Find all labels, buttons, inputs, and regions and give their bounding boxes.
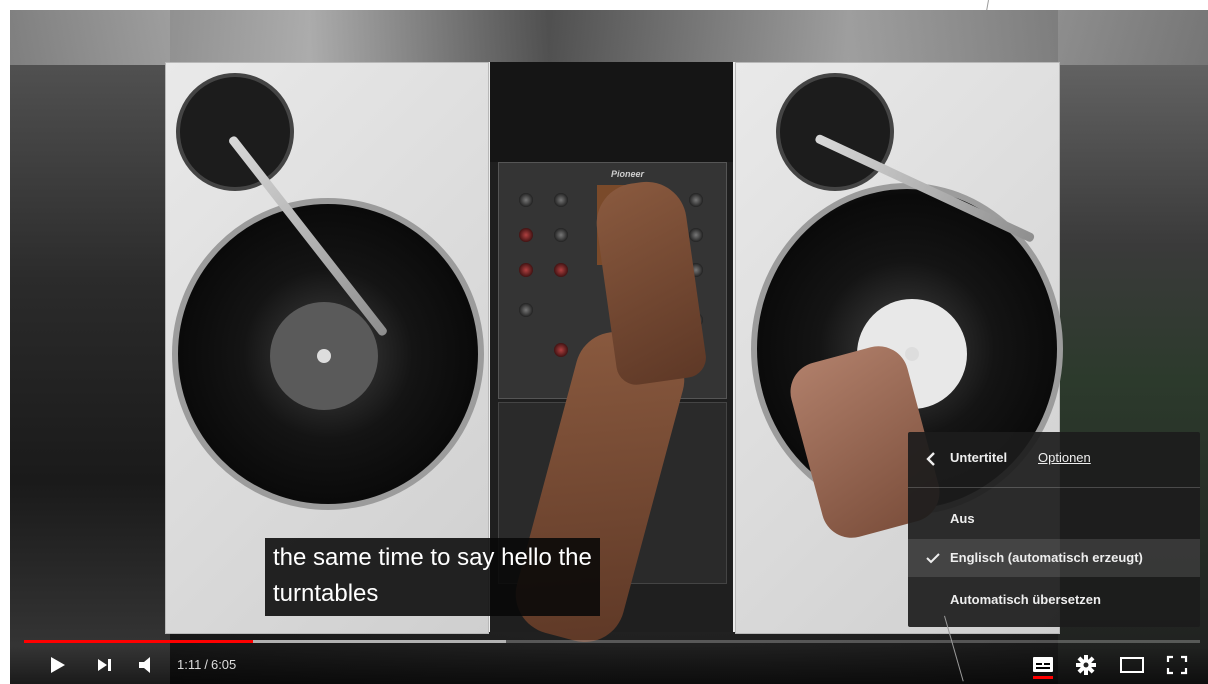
- theater-mode-icon[interactable]: [1117, 652, 1147, 678]
- subtitle-line-1: the same time to say hello the: [273, 544, 592, 571]
- player-controls: 1:11/6:05: [10, 646, 1208, 684]
- turntable-right-counterweight: [776, 73, 894, 191]
- checkmark-icon: [924, 549, 942, 567]
- blurred-background-top: [10, 10, 1208, 65]
- next-icon[interactable]: [90, 652, 120, 678]
- mixer-brand: Pioneer: [611, 169, 645, 179]
- menu-item-english-auto[interactable]: Englisch (automatisch erzeugt): [908, 539, 1200, 577]
- subtitles-settings-menu: Untertitel Optionen Aus Englisch (automa…: [908, 432, 1200, 627]
- subtitle-line-2: turntables: [273, 580, 379, 607]
- gear-icon[interactable]: [1071, 652, 1101, 678]
- current-time: 1:11: [177, 657, 202, 672]
- chevron-left-icon[interactable]: [922, 449, 942, 469]
- turntable-left-counterweight: [176, 73, 294, 191]
- subtitle-caption: the same time to say hello the turntable…: [265, 538, 600, 616]
- menu-item-label: Automatisch übersetzen: [950, 592, 1101, 607]
- play-icon[interactable]: [42, 652, 72, 678]
- subtitles-active-indicator: [1033, 676, 1053, 679]
- duration: 6:05: [210, 657, 237, 672]
- video-player[interactable]: Pioneer the same time to say hello the t…: [10, 10, 1208, 684]
- progress-played: [24, 640, 254, 643]
- menu-item-auto-translate[interactable]: Automatisch übersetzen: [908, 581, 1200, 619]
- record-label-left: [270, 302, 378, 410]
- options-link[interactable]: Optionen: [1038, 450, 1091, 465]
- progress-bar[interactable]: [24, 640, 1200, 643]
- menu-item-off[interactable]: Aus: [908, 500, 1200, 538]
- menu-item-label: Aus: [950, 511, 975, 526]
- turntable-left-platter: [172, 198, 484, 510]
- blurred-background-left: [10, 10, 170, 684]
- menu-title[interactable]: Untertitel: [950, 450, 1007, 465]
- menu-header: Untertitel Optionen: [908, 432, 1200, 488]
- subtitles-icon[interactable]: [1028, 652, 1058, 679]
- time-display: 1:11/6:05: [177, 657, 237, 672]
- menu-item-label: Englisch (automatisch erzeugt): [950, 550, 1143, 565]
- fullscreen-icon[interactable]: [1162, 652, 1192, 678]
- mixer-top: [490, 62, 733, 162]
- volume-icon[interactable]: [133, 652, 163, 678]
